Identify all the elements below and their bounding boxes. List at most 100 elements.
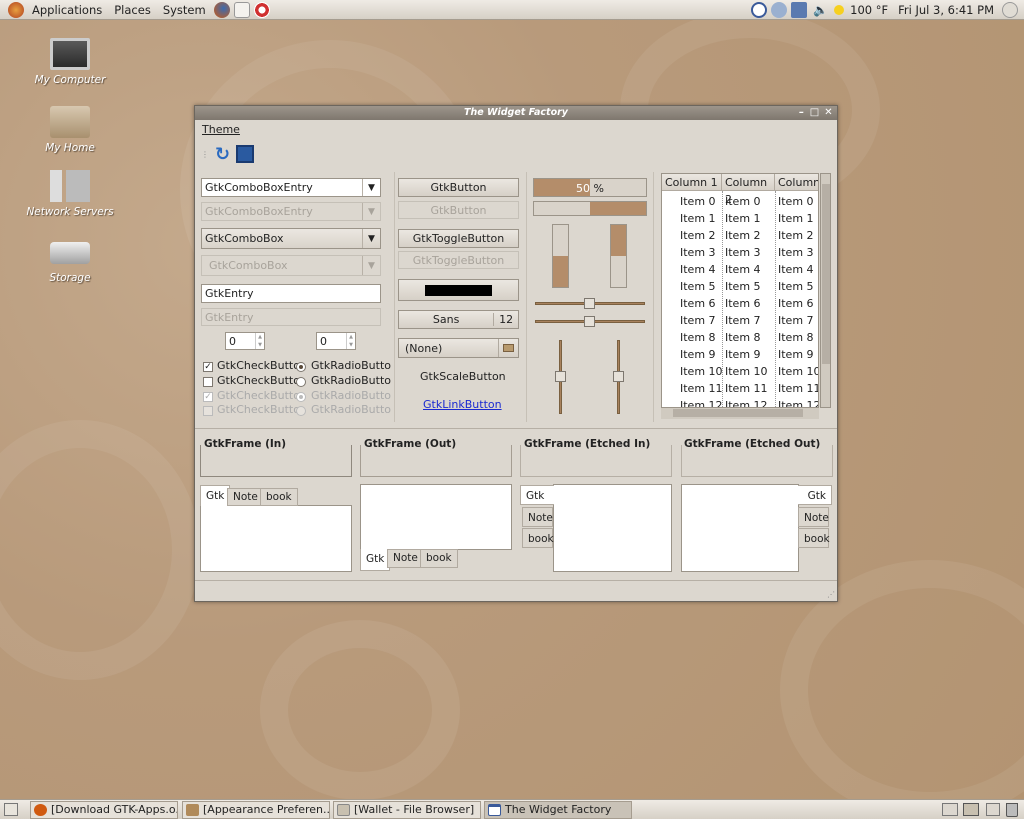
tree-cell[interactable]: Item 1 bbox=[778, 212, 814, 225]
tree-cell[interactable]: Item 12 bbox=[680, 399, 723, 407]
save-icon[interactable] bbox=[236, 145, 255, 163]
scale-slider-knob[interactable] bbox=[584, 316, 595, 327]
task-download[interactable]: [Download GTK-Apps.o... bbox=[30, 801, 178, 819]
tab-gtk[interactable]: Gtk bbox=[200, 485, 231, 506]
text-entry[interactable]: GtkEntry bbox=[201, 284, 381, 303]
minimize-icon[interactable]: – bbox=[796, 107, 807, 118]
tree-cell[interactable]: Item 10 bbox=[680, 365, 723, 378]
vertical-scale-1[interactable] bbox=[555, 340, 566, 414]
tree-cell[interactable]: Item 8 bbox=[778, 331, 814, 344]
tree-cell[interactable]: Item 1 bbox=[680, 212, 716, 225]
tree-cell[interactable]: Item 4 bbox=[680, 263, 716, 276]
tree-cell[interactable]: Item 6 bbox=[725, 297, 761, 310]
desktop-icon-storage[interactable]: Storage bbox=[25, 236, 115, 284]
refresh-icon[interactable]: ↻ bbox=[215, 144, 230, 165]
help-icon[interactable] bbox=[253, 1, 270, 18]
applications-menu[interactable]: Applications bbox=[26, 0, 108, 20]
tree-cell[interactable]: Item 0 bbox=[725, 195, 761, 208]
close-icon[interactable]: ✕ bbox=[823, 107, 834, 118]
update-icon[interactable] bbox=[771, 2, 788, 18]
tree-cell[interactable]: Item 12 bbox=[725, 399, 768, 407]
horizontal-scale-2[interactable] bbox=[535, 316, 645, 327]
task-file-browser[interactable]: [Wallet - File Browser] bbox=[333, 801, 481, 819]
network-icon[interactable] bbox=[791, 2, 808, 18]
spin-arrows-icon[interactable]: ▲ ▼ bbox=[255, 333, 264, 349]
column-header-1[interactable]: Column 1 bbox=[662, 174, 722, 191]
tree-cell[interactable]: Item 2 bbox=[725, 229, 761, 242]
tree-cell[interactable]: Item 9 bbox=[680, 348, 716, 361]
spin-button-2[interactable]: 0 ▲ ▼ bbox=[316, 332, 356, 350]
tree-cell[interactable]: Item 5 bbox=[778, 280, 814, 293]
maximize-icon[interactable]: □ bbox=[809, 107, 820, 118]
tree-cell[interactable]: Item 10 bbox=[778, 365, 818, 378]
tree-cell[interactable]: Item 11 bbox=[680, 382, 723, 395]
tree-cell[interactable]: Item 1 bbox=[725, 212, 761, 225]
link-button[interactable]: GtkLinkButton bbox=[423, 398, 502, 411]
column-header-2[interactable]: Column 2 bbox=[722, 174, 775, 206]
tree-vertical-scrollbar[interactable] bbox=[820, 173, 831, 408]
color-button[interactable] bbox=[398, 279, 519, 301]
weather-temperature[interactable]: 100 °F bbox=[846, 0, 892, 20]
clock-applet-icon[interactable] bbox=[751, 2, 768, 18]
tab-gtk[interactable]: Gtk bbox=[520, 485, 554, 505]
tab-book[interactable]: book bbox=[260, 488, 298, 506]
checkbox-unchecked[interactable] bbox=[203, 377, 213, 387]
scrollbar-thumb[interactable] bbox=[673, 409, 803, 417]
radio-selected[interactable] bbox=[296, 362, 306, 372]
tab-note[interactable]: Note bbox=[227, 488, 264, 506]
trash-icon[interactable] bbox=[1006, 803, 1018, 817]
window-titlebar[interactable]: The Widget Factory – □ ✕ bbox=[195, 106, 837, 120]
tab-gtk[interactable]: Gtk bbox=[360, 549, 391, 571]
tree-cell[interactable]: Item 5 bbox=[680, 280, 716, 293]
tree-cell[interactable]: Item 3 bbox=[680, 246, 716, 259]
font-button[interactable]: Sans 12 bbox=[398, 310, 519, 329]
combo-box[interactable]: GtkComboBox ▼ bbox=[201, 228, 381, 249]
tree-cell[interactable]: Item 8 bbox=[725, 331, 761, 344]
desktop-icon-network[interactable]: Network Servers bbox=[25, 170, 115, 218]
system-menu[interactable]: System bbox=[157, 0, 212, 20]
scale-button[interactable]: GtkScaleButton bbox=[420, 370, 506, 383]
tab-note[interactable]: Note bbox=[798, 507, 829, 527]
tree-cell[interactable]: Item 12 bbox=[778, 399, 818, 407]
show-desktop-icon[interactable] bbox=[4, 803, 18, 816]
resize-grip-icon[interactable]: ⋰ bbox=[827, 590, 835, 599]
tree-cell[interactable]: Item 9 bbox=[725, 348, 761, 361]
spin-arrows-icon[interactable]: ▲ ▼ bbox=[346, 333, 355, 349]
combo-box-entry[interactable]: GtkComboBoxEntry ▼ bbox=[201, 178, 381, 197]
tab-book[interactable]: book bbox=[420, 549, 458, 568]
vertical-scale-2[interactable] bbox=[613, 340, 624, 414]
gnome-foot-icon[interactable] bbox=[8, 1, 24, 18]
scale-slider-knob[interactable] bbox=[613, 371, 624, 382]
chevron-down-icon[interactable]: ▼ bbox=[362, 179, 380, 196]
tab-book[interactable]: book bbox=[522, 528, 554, 548]
tree-cell[interactable]: Item 11 bbox=[778, 382, 818, 395]
tree-cell[interactable]: Item 7 bbox=[680, 314, 716, 327]
checkbox-checked[interactable]: ✓ bbox=[203, 362, 213, 372]
volume-icon[interactable]: 🔈 bbox=[813, 3, 828, 17]
tree-cell[interactable]: Item 3 bbox=[725, 246, 761, 259]
tab-book[interactable]: book bbox=[798, 528, 830, 548]
spin-button-1[interactable]: 0 ▲ ▼ bbox=[225, 332, 265, 350]
tree-cell[interactable]: Item 3 bbox=[778, 246, 814, 259]
tree-cell[interactable]: Item 4 bbox=[778, 263, 814, 276]
workspace-1-icon[interactable] bbox=[942, 803, 958, 816]
column-header-3[interactable]: Column bbox=[775, 174, 818, 191]
file-chooser-button[interactable]: (None) bbox=[398, 338, 519, 358]
tree-cell[interactable]: Item 0 bbox=[680, 195, 716, 208]
tree-cell[interactable]: Item 10 bbox=[725, 365, 768, 378]
tree-cell[interactable]: Item 11 bbox=[725, 382, 768, 395]
scale-slider-knob[interactable] bbox=[555, 371, 566, 382]
tree-cell[interactable]: Item 2 bbox=[778, 229, 814, 242]
workspace-3-icon[interactable] bbox=[986, 803, 1000, 816]
tree-cell[interactable]: Item 5 bbox=[725, 280, 761, 293]
task-appearance[interactable]: [Appearance Preferen... bbox=[182, 801, 330, 819]
scale-slider-knob[interactable] bbox=[584, 298, 595, 309]
tree-horizontal-scrollbar[interactable] bbox=[661, 408, 819, 419]
mail-icon[interactable] bbox=[233, 1, 250, 18]
chevron-down-icon[interactable]: ▼ bbox=[362, 229, 380, 248]
radio-unselected[interactable] bbox=[296, 377, 306, 387]
horizontal-scale-1[interactable] bbox=[535, 298, 645, 309]
tree-cell[interactable]: Item 6 bbox=[680, 297, 716, 310]
tree-cell[interactable]: Item 8 bbox=[680, 331, 716, 344]
clock[interactable]: Fri Jul 3, 6:41 PM bbox=[892, 0, 1000, 20]
